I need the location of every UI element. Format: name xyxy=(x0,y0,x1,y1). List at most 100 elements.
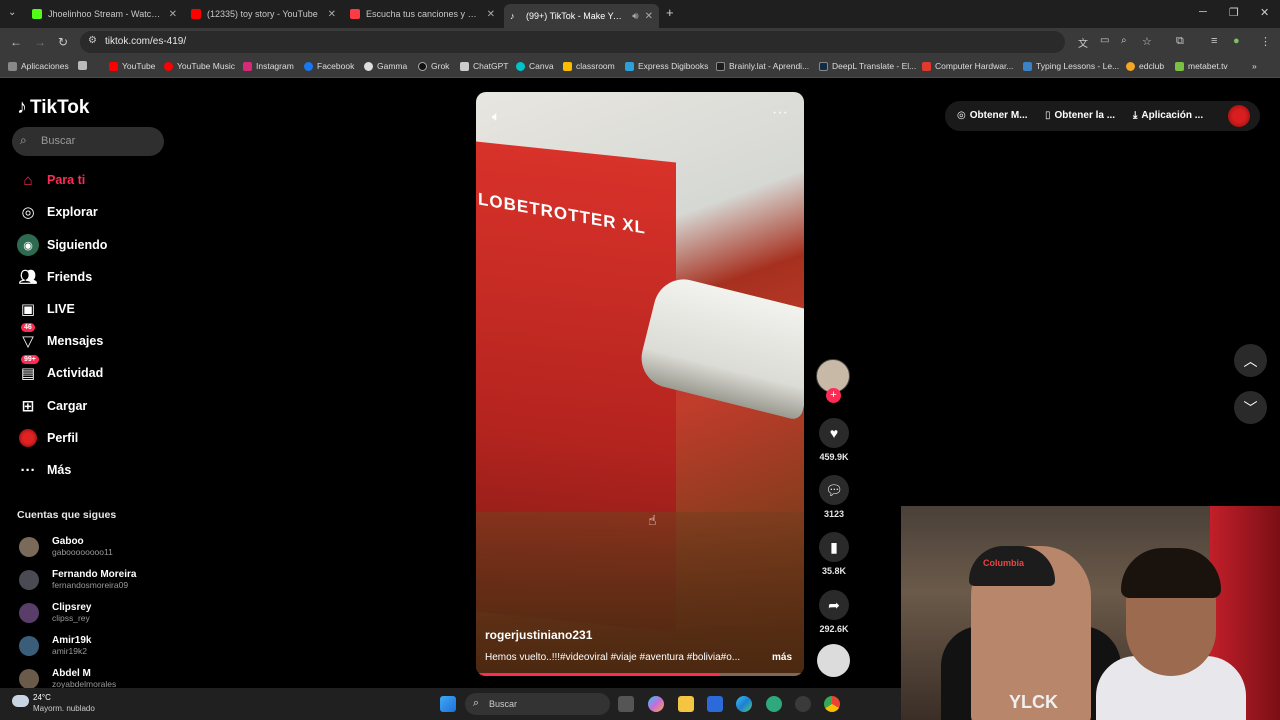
following-account[interactable]: Clipsrey clipss_rey xyxy=(19,602,91,623)
heart-icon[interactable]: ♥ xyxy=(819,418,849,448)
copilot-icon[interactable] xyxy=(648,696,664,712)
nav-item-messages[interactable]: ▽ 46 Mensajes xyxy=(17,323,103,353)
nav-item-more[interactable]: ··· Más xyxy=(17,458,72,482)
comment-action[interactable]: 💬︎ 3123 xyxy=(817,475,851,519)
more-options-icon[interactable]: ··· xyxy=(772,104,788,122)
menu-icon[interactable]: ⋮ xyxy=(1260,35,1271,48)
app-e-icon[interactable] xyxy=(766,696,782,712)
translate-icon[interactable]: 文 xyxy=(1078,35,1088,50)
bookmark-youtube-music[interactable]: YouTube Music xyxy=(164,61,235,71)
bookmark-star-icon[interactable]: ☆ xyxy=(1142,35,1152,48)
bookmark-express-digibooks[interactable]: Express Digibooks xyxy=(625,61,708,71)
bookmark-computer-hardware[interactable]: Computer Hardwar... xyxy=(922,61,1013,71)
nav-item-friends[interactable]: 👥︎ Friends xyxy=(17,265,92,289)
close-tab-icon[interactable]: ✕ xyxy=(645,11,653,22)
video-author[interactable]: rogerjustiniano231 xyxy=(485,628,592,642)
reload-icon[interactable]: ↻ xyxy=(58,35,68,49)
like-action[interactable]: ♥ 459.9K xyxy=(817,418,851,462)
music-disc-icon[interactable] xyxy=(817,644,850,677)
following-account[interactable]: Amir19k amir19k2 xyxy=(19,635,91,656)
minimize-icon[interactable]: ─ xyxy=(1199,6,1207,18)
tab-apple-music[interactable]: Escucha tus canciones y álbumes ✕ xyxy=(344,4,501,24)
site-info-icon[interactable]: ⚙ xyxy=(88,35,97,46)
bookmark-deepl[interactable]: DeepL Translate - El... xyxy=(819,61,916,71)
forward-icon[interactable]: → xyxy=(34,35,46,49)
back-icon[interactable]: ← xyxy=(10,35,22,49)
bookmark-chatgpt[interactable]: ChatGPT xyxy=(460,61,508,71)
bookmark-brainly[interactable]: Brainly.lat - Aprendi... xyxy=(716,61,809,71)
bookmarks-overflow-icon[interactable]: » xyxy=(1252,61,1257,71)
close-tab-icon[interactable]: ✕ xyxy=(328,9,336,20)
bookmark-grok[interactable]: Grok xyxy=(418,61,449,71)
follow-plus-button[interactable]: + xyxy=(826,388,841,403)
nav-item-profile[interactable]: Perfil xyxy=(17,426,78,450)
nav-item-for-you[interactable]: ⌂ Para ti xyxy=(17,168,85,192)
new-tab-icon[interactable]: + xyxy=(666,5,674,20)
nav-item-explore[interactable]: ◎ Explorar xyxy=(17,200,97,224)
following-account[interactable]: Abdel Mzoyabdelmorales xyxy=(19,668,116,689)
task-view-icon[interactable] xyxy=(618,696,634,712)
next-video-button[interactable]: ﹀ xyxy=(1234,391,1267,424)
bookmark-apps[interactable]: Aplicaciones xyxy=(8,61,69,71)
audio-playing-icon[interactable]: 🔊︎ xyxy=(632,11,638,22)
bookmark-canva[interactable]: Canva xyxy=(516,61,554,71)
account-name: Fernando Moreira xyxy=(52,569,137,580)
bookmark-instagram[interactable]: Instagram xyxy=(243,61,294,71)
share-icon[interactable]: ➦ xyxy=(819,590,849,620)
close-window-icon[interactable]: ✕ xyxy=(1260,6,1269,19)
tab-youtube[interactable]: (12335) toy story - YouTube ✕ xyxy=(185,4,342,24)
profile-avatar-icon[interactable]: ● xyxy=(1233,35,1240,47)
caption-more-button[interactable]: más xyxy=(772,652,792,663)
share-action[interactable]: ➦ 292.6K xyxy=(817,590,851,634)
store-icon[interactable] xyxy=(707,696,723,712)
app-dark-icon[interactable] xyxy=(795,696,811,712)
following-account[interactable]: Gaboo gaboooooooo11 xyxy=(19,536,113,557)
desktop-app-button[interactable]: ⤓ Aplicación ... xyxy=(1133,110,1203,121)
previous-video-button[interactable]: ︿ xyxy=(1234,344,1267,377)
tab-tiktok[interactable]: ♪ (99+) TikTok - Make Your D... 🔊︎ ✕ xyxy=(504,4,659,28)
bookmark-classroom[interactable]: classroom xyxy=(563,61,615,71)
search-input[interactable]: ⌕ Buscar xyxy=(12,127,164,156)
windows-start-icon[interactable] xyxy=(440,696,456,712)
video-progress-bar[interactable] xyxy=(476,673,804,676)
nav-item-following[interactable]: ◉ Siguiendo xyxy=(17,233,107,257)
weather-cloud-icon[interactable] xyxy=(12,695,29,707)
tab-list-icon[interactable]: ⌄ xyxy=(8,7,16,18)
cast-icon[interactable]: ▭ xyxy=(1100,35,1109,46)
save-action[interactable]: ▮ 35.8K xyxy=(817,532,851,576)
bookmark-label: Facebook xyxy=(317,61,355,71)
edge-icon[interactable] xyxy=(736,696,752,712)
file-explorer-icon[interactable] xyxy=(678,696,694,712)
bookmark-youtube[interactable]: YouTube xyxy=(109,61,155,71)
chrome-icon[interactable] xyxy=(824,696,840,712)
bookmark-icon[interactable]: ▮ xyxy=(819,532,849,562)
maximize-icon[interactable]: ❐ xyxy=(1229,6,1239,19)
address-bar[interactable]: ⚙ tiktok.com/es-419/ xyxy=(80,31,1065,53)
comment-icon[interactable]: 💬︎ xyxy=(819,475,849,505)
volume-icon[interactable]: 🔈︎ xyxy=(492,108,500,125)
user-avatar[interactable] xyxy=(1228,105,1250,127)
reading-list-icon[interactable]: ≡ xyxy=(1211,35,1217,47)
get-coins-button[interactable]: ◎ Obtener M... xyxy=(957,110,1028,121)
tab-kick[interactable]: Jhoelinhoo Stream - Watch Live ✕ xyxy=(26,4,183,24)
close-tab-icon[interactable]: ✕ xyxy=(487,9,495,20)
bookmark-facebook[interactable]: Facebook xyxy=(304,61,354,71)
following-account[interactable]: Fernando Moreira fernandosmoreira09 xyxy=(19,569,136,590)
taskbar-search[interactable]: ⌕ Buscar xyxy=(465,693,610,715)
weather-description[interactable]: Mayorm. nublado xyxy=(33,704,95,713)
tiktok-logo[interactable]: ♪ TikTok xyxy=(17,96,89,119)
zoom-icon[interactable]: ⌕ xyxy=(1121,35,1127,46)
nav-item-activity[interactable]: ▤ 99+ Actividad xyxy=(17,355,103,385)
bookmark-typing-lessons[interactable]: Typing Lessons - Le... xyxy=(1023,61,1119,71)
bookmark-metabet[interactable]: metabet.tv xyxy=(1175,61,1228,71)
nav-item-upload[interactable]: ⊞ Cargar xyxy=(17,394,88,418)
weather-temperature[interactable]: 24°C xyxy=(33,693,51,702)
bookmark-edclub[interactable]: edclub xyxy=(1126,61,1164,71)
nav-item-live[interactable]: ▣ LIVE xyxy=(17,297,75,321)
bookmark-gamma[interactable]: Gamma xyxy=(364,61,407,71)
bookmark-grid[interactable] xyxy=(78,61,91,70)
get-app-button[interactable]: ▯ Obtener la ... xyxy=(1045,110,1115,121)
extensions-icon[interactable]: ⧉ xyxy=(1176,35,1184,48)
video-player[interactable]: LOBETROTTER XL 🔈︎ ··· rogerjustiniano231… xyxy=(476,92,804,676)
close-tab-icon[interactable]: ✕ xyxy=(169,9,177,20)
